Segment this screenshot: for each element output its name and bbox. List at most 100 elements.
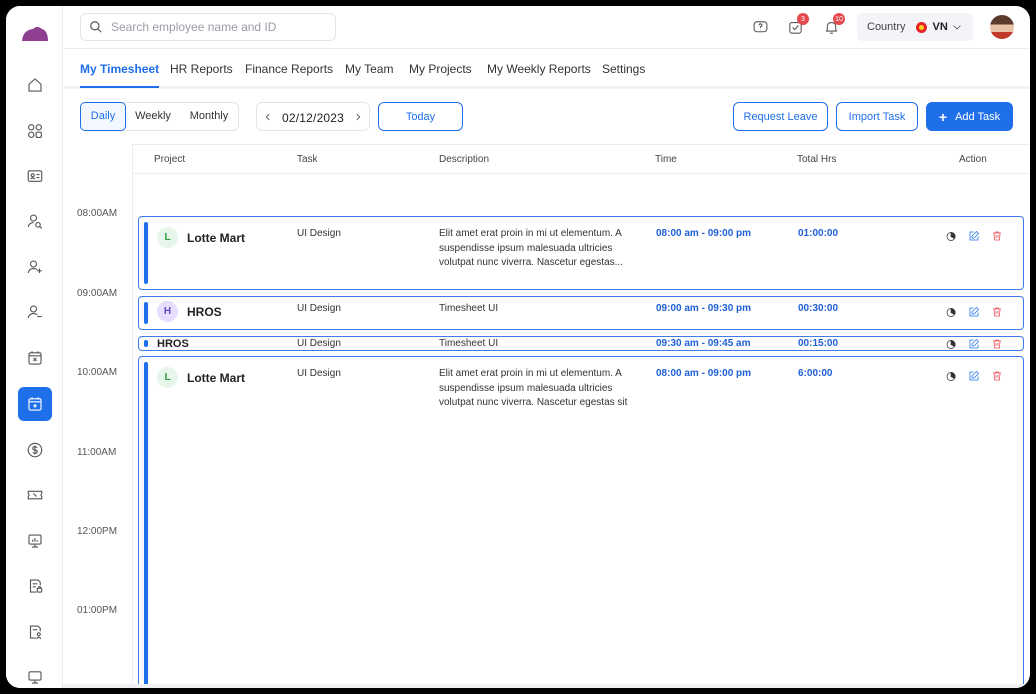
- time-column: 08:00AM 09:00AM 10:00AM 11:00AM 12:00PM …: [63, 144, 133, 688]
- tasks-badge: 3: [797, 13, 809, 25]
- help-button[interactable]: [750, 17, 770, 37]
- entry-time: 09:30 am - 09:45 am: [656, 338, 751, 349]
- timer-icon[interactable]: [945, 230, 957, 242]
- time-label: 12:00PM: [77, 526, 118, 537]
- time-label: 11:00AM: [77, 447, 117, 458]
- country-selector[interactable]: Country VN: [857, 13, 973, 41]
- time-label: 10:00AM: [77, 367, 118, 378]
- sidebar-item-employee-docs[interactable]: [18, 615, 52, 649]
- entry-duration-bar: [144, 340, 148, 347]
- project-initial-avatar: L: [157, 367, 178, 388]
- today-button[interactable]: Today: [378, 102, 463, 131]
- timer-icon[interactable]: [945, 306, 957, 318]
- view-daily-button[interactable]: Daily: [80, 102, 126, 131]
- calendar-x-icon: [28, 351, 42, 365]
- column-header-total-hrs: Total Hrs: [797, 154, 837, 165]
- entry-task: UI Design: [297, 338, 341, 349]
- entry-total-hrs: 01:00:00: [798, 228, 839, 239]
- tab-hr-reports[interactable]: HR Reports: [170, 62, 233, 76]
- timer-icon[interactable]: [945, 370, 957, 382]
- notifications-button[interactable]: 10: [821, 13, 845, 37]
- tab-finance-reports[interactable]: Finance Reports: [245, 62, 333, 76]
- sidebar-item-payroll[interactable]: [18, 433, 52, 467]
- edit-icon[interactable]: [968, 230, 980, 242]
- delete-icon[interactable]: [991, 370, 1003, 382]
- brand-logo-icon[interactable]: [20, 24, 50, 44]
- sidebar-item-user-remove[interactable]: [18, 295, 52, 329]
- project-name: HROS: [187, 304, 222, 319]
- entry-duration-bar: [144, 362, 148, 686]
- sidebar-item-calendar-cancel[interactable]: [18, 341, 52, 375]
- tab-my-weekly-reports[interactable]: My Weekly Reports: [487, 62, 591, 76]
- time-label: 08:00AM: [77, 208, 118, 219]
- chevron-right-icon[interactable]: [353, 112, 363, 122]
- sidebar-item-reports[interactable]: [18, 524, 52, 558]
- grid-icon: [28, 124, 42, 138]
- entry-task: UI Design: [297, 303, 341, 314]
- user-search-icon: [27, 214, 43, 229]
- delete-icon[interactable]: [991, 230, 1003, 242]
- view-weekly-button[interactable]: Weekly: [129, 103, 177, 130]
- user-avatar[interactable]: [990, 15, 1014, 39]
- horizontal-scrollbar[interactable]: [63, 684, 1030, 688]
- sidebar-item-employee-card[interactable]: [18, 159, 52, 193]
- table-header: Project Task Description Time Total Hrs …: [133, 144, 1030, 174]
- country-label: Country: [867, 21, 906, 33]
- chevron-left-icon[interactable]: [263, 112, 273, 122]
- view-switcher: Daily Weekly Monthly: [80, 102, 239, 131]
- project-initial-avatar: H: [157, 301, 178, 322]
- edit-icon[interactable]: [968, 338, 980, 350]
- current-date[interactable]: 02/12/2023: [282, 111, 344, 125]
- project-name: Lotte Mart: [187, 370, 245, 385]
- entry-time: 08:00 am - 09:00 pm: [656, 228, 752, 239]
- entry-duration-bar: [144, 302, 148, 324]
- entry-time: 08:00 am - 09:00 pm: [656, 368, 752, 379]
- tasks-button[interactable]: 3: [785, 13, 809, 37]
- help-icon: [753, 20, 767, 32]
- project-name: HROS: [157, 338, 189, 350]
- tab-my-projects[interactable]: My Projects: [409, 62, 472, 76]
- edit-icon[interactable]: [968, 370, 980, 382]
- project-name: Lotte Mart: [187, 230, 245, 245]
- sidebar-item-user-add[interactable]: [18, 250, 52, 284]
- tab-my-team[interactable]: My Team: [345, 62, 393, 76]
- timesheet-entry[interactable]: L Lotte Mart UI Design Elit amet erat pr…: [138, 356, 1024, 688]
- sidebar-item-tickets[interactable]: [18, 478, 52, 512]
- entry-duration-bar: [144, 222, 148, 284]
- edit-icon[interactable]: [968, 306, 980, 318]
- entry-project: L Lotte Mart: [157, 227, 245, 248]
- sidebar-item-home[interactable]: [18, 68, 52, 102]
- entry-description: Elit amet erat proin in mi ut elementum.…: [439, 228, 623, 268]
- sidebar-item-dashboard[interactable]: [18, 114, 52, 148]
- entry-total-hrs: 00:15:00: [798, 338, 839, 349]
- timesheet-entry[interactable]: HROS UI Design Timesheet UI 09:30 am - 0…: [138, 336, 1024, 351]
- search-input[interactable]: [111, 20, 331, 34]
- entry-actions: [945, 230, 1003, 242]
- request-leave-button[interactable]: Request Leave: [733, 102, 828, 131]
- entry-actions: [945, 338, 1003, 350]
- view-monthly-button[interactable]: Monthly: [181, 103, 237, 130]
- tab-my-timesheet[interactable]: My Timesheet: [80, 62, 160, 88]
- sidebar-item-devices[interactable]: [18, 660, 52, 688]
- time-label: 09:00AM: [77, 288, 118, 299]
- timer-icon[interactable]: [945, 338, 957, 350]
- sidebar-item-documents[interactable]: [18, 569, 52, 603]
- delete-icon[interactable]: [991, 338, 1003, 350]
- search-box[interactable]: [80, 13, 336, 41]
- import-task-button[interactable]: Import Task: [836, 102, 918, 131]
- sidebar-item-timesheet[interactable]: [18, 387, 52, 421]
- timesheet-entry[interactable]: H HROS UI Design Timesheet UI 09:00 am -…: [138, 296, 1024, 330]
- add-task-button[interactable]: + Add Task: [926, 102, 1013, 131]
- search-icon: [90, 21, 102, 33]
- column-header-time: Time: [655, 154, 677, 165]
- entry-description: Timesheet UI: [439, 303, 499, 314]
- sidebar-item-user-search[interactable]: [18, 204, 52, 238]
- vietnam-flag-icon: [915, 21, 927, 33]
- time-label: 01:00PM: [77, 605, 118, 616]
- date-navigator: 02/12/2023: [256, 102, 370, 131]
- tab-settings[interactable]: Settings: [602, 62, 645, 76]
- timesheet-entry[interactable]: L Lotte Mart UI Design Elit amet erat pr…: [138, 216, 1024, 290]
- entry-actions: [945, 306, 1003, 318]
- delete-icon[interactable]: [991, 306, 1003, 318]
- entry-project: H HROS: [157, 301, 222, 322]
